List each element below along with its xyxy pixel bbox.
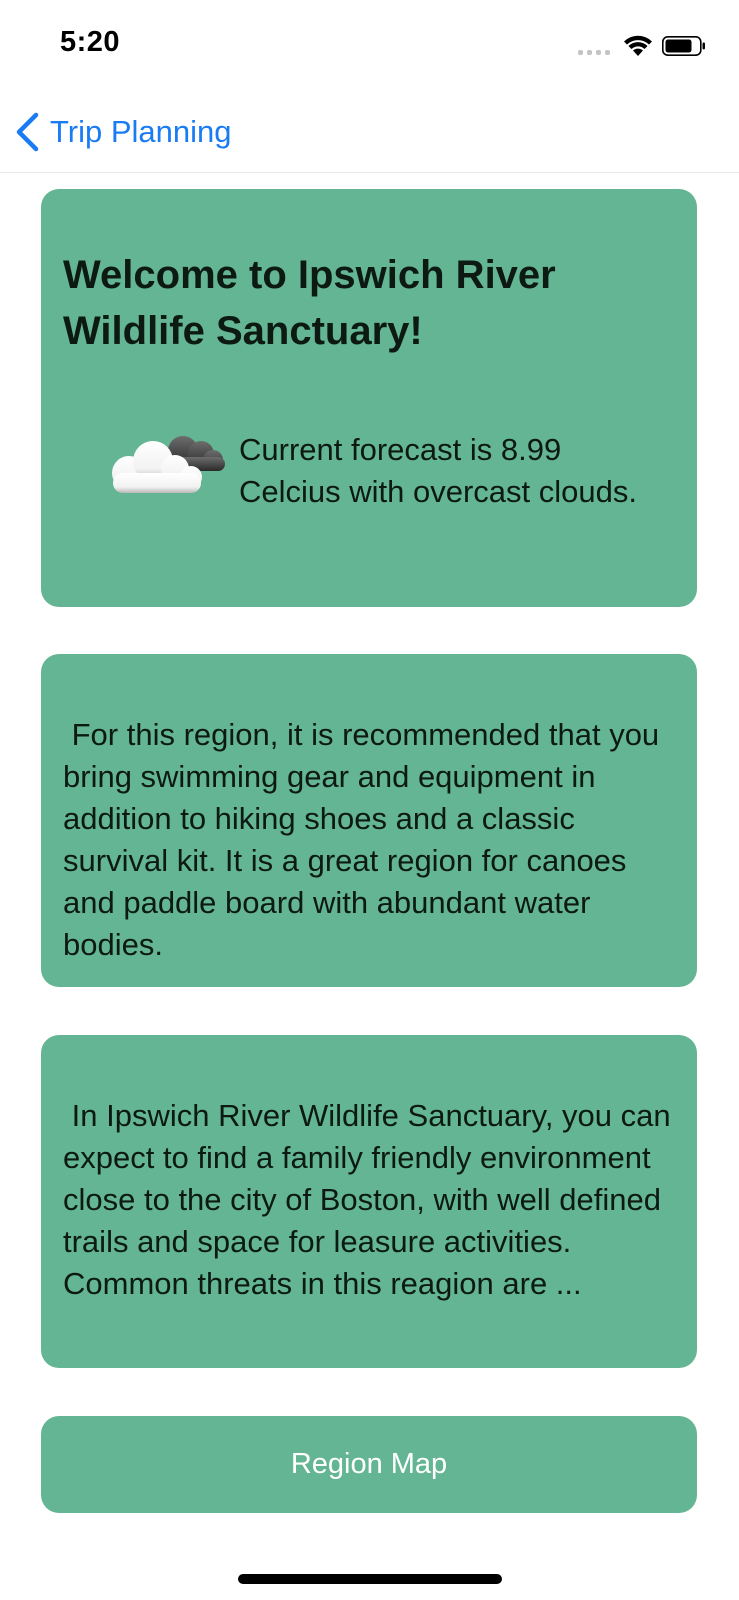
overcast-clouds-icon: [112, 436, 225, 493]
home-indicator[interactable]: [238, 1574, 502, 1584]
screen: 5:20 Trip Planning Welcome to Ipswich Ri…: [0, 0, 739, 1600]
region-map-button[interactable]: Region Map: [41, 1416, 697, 1513]
status-bar: 5:20: [0, 0, 739, 90]
forecast-text: Current forecast is 8.99 Celcius with ov…: [239, 432, 637, 509]
back-button[interactable]: Trip Planning: [14, 110, 232, 154]
content-scroll-area[interactable]: Welcome to Ipswich River Wildlife Sanctu…: [0, 173, 739, 1600]
back-button-label: Trip Planning: [50, 114, 232, 149]
welcome-title: Welcome to Ipswich River Wildlife Sanctu…: [63, 253, 556, 353]
status-time: 5:20: [60, 26, 121, 58]
recommended-gear-card: For this region, it is recommended that …: [41, 654, 697, 987]
what-to-expect-text: In Ipswich River Wildlife Sanctuary, you…: [63, 1098, 680, 1301]
recommended-gear-text: For this region, it is recommended that …: [63, 717, 668, 962]
battery-icon: [662, 36, 705, 56]
cellular-signal-icon: [578, 50, 610, 55]
welcome-card: Welcome to Ipswich River Wildlife Sanctu…: [41, 189, 697, 607]
region-map-button-label: Region Map: [290, 1448, 448, 1480]
wifi-icon: [624, 35, 652, 56]
navigation-bar: Trip Planning: [0, 90, 739, 173]
chevron-left-icon: [16, 112, 39, 152]
what-to-expect-card: In Ipswich River Wildlife Sanctuary, you…: [41, 1035, 697, 1368]
